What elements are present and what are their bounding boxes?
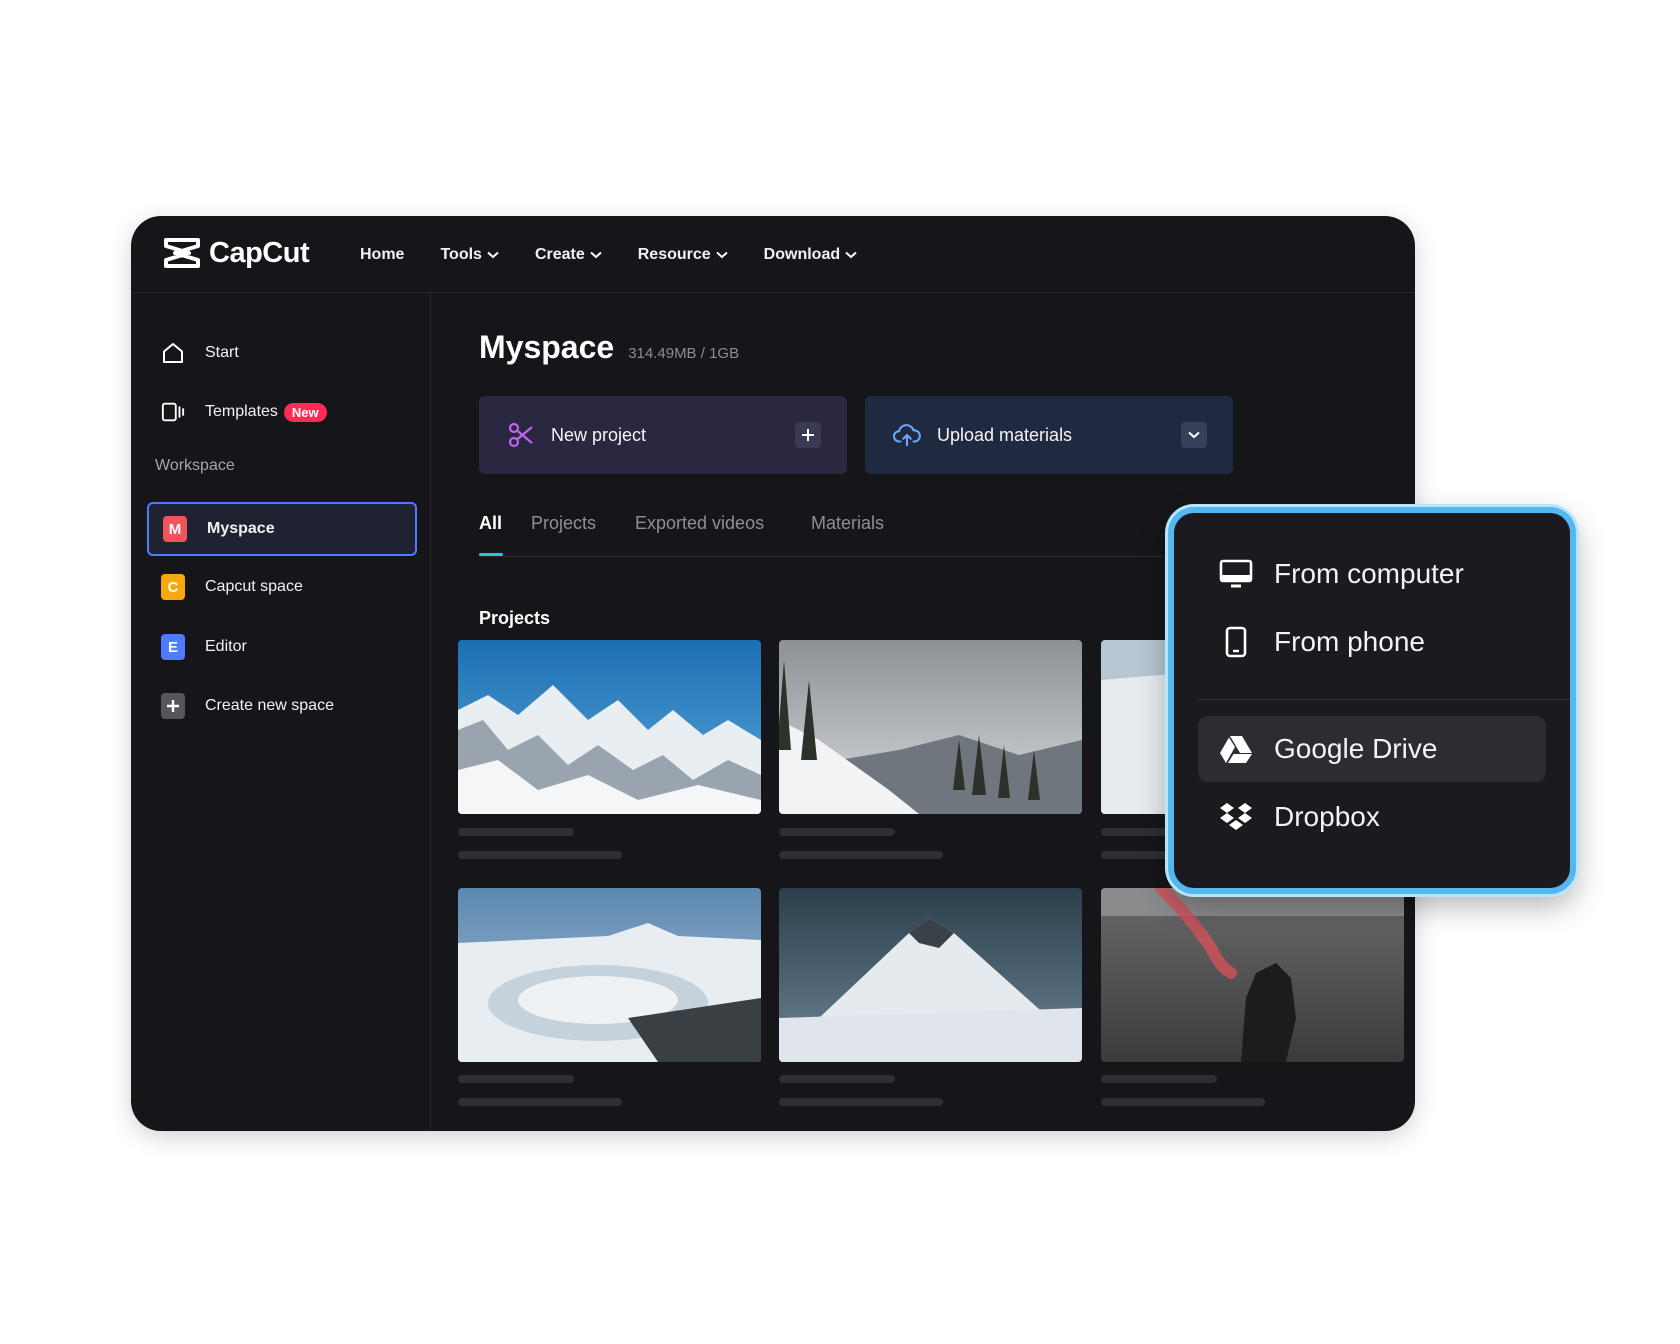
- from-phone-option[interactable]: From phone: [1198, 609, 1546, 675]
- title-placeholder: [458, 828, 574, 836]
- title-placeholder: [458, 1075, 574, 1083]
- meta-placeholder: [779, 851, 943, 859]
- option-label: Google Drive: [1274, 733, 1438, 764]
- space-avatar: C: [161, 574, 185, 600]
- phone-icon: [1218, 624, 1254, 660]
- project-thumbnail[interactable]: [779, 888, 1082, 1062]
- chevron-down-icon: [716, 251, 728, 258]
- plus-icon: [161, 693, 185, 719]
- tab-label: Materials: [811, 513, 885, 533]
- project-thumbnail[interactable]: [779, 640, 1082, 814]
- meta-placeholder: [458, 1098, 622, 1106]
- sidebar-item-label: Create new space: [205, 697, 334, 714]
- sidebar-item-capcut-space[interactable]: C Capcut space: [147, 560, 417, 614]
- sidebar-item-create-space[interactable]: Create new space: [147, 679, 417, 733]
- title-row: Myspace 314.49MB / 1GB: [479, 329, 739, 366]
- project-thumbnail[interactable]: [458, 640, 761, 814]
- sidebar-item-templates[interactable]: Templates New: [147, 385, 417, 439]
- main-nav: Home Tools Create Resource Download: [360, 216, 893, 293]
- chevron-down-icon: [487, 251, 499, 258]
- new-project-label: New project: [551, 424, 647, 445]
- monitor-icon: [1218, 556, 1254, 592]
- sidebar-item-myspace[interactable]: M Myspace: [147, 502, 417, 556]
- chevron-down-icon: [845, 251, 857, 258]
- space-letter-c: C: [161, 574, 185, 600]
- upload-source-dropdown: From computer From phone Google Drive Dr…: [1168, 507, 1576, 894]
- option-label: Dropbox: [1274, 801, 1380, 832]
- section-heading-projects: Projects: [479, 608, 551, 628]
- capcut-logo-icon: [164, 238, 200, 268]
- workspace-heading: Workspace: [155, 457, 235, 474]
- nav-download-label: Download: [763, 245, 841, 263]
- google-drive-icon: [1218, 731, 1254, 767]
- space-letter-m: M: [163, 516, 187, 542]
- title-placeholder: [1101, 1075, 1217, 1083]
- page-title: Myspace: [479, 329, 615, 365]
- nav-tools-label: Tools: [440, 245, 482, 263]
- chevron-down-icon: [590, 251, 602, 258]
- option-label: From computer: [1274, 558, 1464, 589]
- nav-tools[interactable]: Tools: [440, 245, 499, 264]
- nav-home-label: Home: [360, 245, 405, 263]
- meta-placeholder: [779, 1098, 943, 1106]
- storage-usage: 314.49MB / 1GB: [628, 345, 740, 362]
- tab-label: All: [479, 513, 503, 533]
- nav-download[interactable]: Download: [764, 246, 857, 264]
- tab-label: Projects: [531, 513, 597, 533]
- chevron-down-icon[interactable]: [1181, 422, 1207, 448]
- new-project-button[interactable]: New project: [479, 396, 847, 474]
- space-avatar: E: [161, 634, 185, 660]
- top-nav-bar: CapCut Home Tools Create Resource Downlo…: [131, 216, 1415, 293]
- sidebar-item-label: Capcut space: [205, 578, 303, 595]
- active-tab-indicator: [479, 553, 503, 556]
- project-thumbnail[interactable]: [1101, 888, 1404, 1062]
- scissors-icon: [507, 421, 535, 449]
- option-label: From phone: [1274, 626, 1425, 657]
- meta-placeholder: [458, 851, 622, 859]
- sidebar-item-label: Editor: [205, 638, 247, 655]
- sidebar-item-label: Myspace: [207, 520, 275, 537]
- upload-materials-button[interactable]: Upload materials: [865, 396, 1233, 474]
- nav-resource[interactable]: Resource: [638, 246, 728, 264]
- meta-placeholder: [1101, 1098, 1265, 1106]
- nav-create-label: Create: [534, 245, 585, 263]
- sidebar-item-label: Templates: [205, 403, 278, 420]
- plus-icon: [795, 422, 821, 448]
- templates-icon: [161, 400, 185, 424]
- tab-label: Exported videos: [635, 513, 765, 533]
- tab-all[interactable]: All: [479, 513, 503, 556]
- title-placeholder: [1101, 828, 1171, 836]
- space-avatar: M: [163, 516, 187, 542]
- new-badge: New: [283, 402, 327, 422]
- logo-text: CapCut: [209, 236, 310, 269]
- nav-home[interactable]: Home: [360, 246, 404, 264]
- meta-placeholder: [1101, 851, 1171, 859]
- dropbox-icon: [1218, 799, 1254, 835]
- dropbox-option[interactable]: Dropbox: [1198, 784, 1546, 850]
- capcut-logo[interactable]: CapCut: [163, 236, 310, 270]
- upload-materials-label: Upload materials: [937, 424, 1073, 445]
- title-placeholder: [779, 828, 895, 836]
- tab-projects[interactable]: Projects: [531, 513, 596, 534]
- project-thumbnail[interactable]: [458, 888, 761, 1062]
- tab-materials[interactable]: Materials: [811, 513, 884, 534]
- google-drive-option[interactable]: Google Drive: [1198, 716, 1546, 782]
- sidebar-item-editor[interactable]: E Editor: [147, 620, 417, 674]
- title-placeholder: [779, 1075, 895, 1083]
- sidebar-item-start[interactable]: Start: [147, 326, 417, 380]
- menu-divider: [1198, 699, 1570, 700]
- home-icon: [161, 341, 185, 365]
- sidebar-item-label: Start: [205, 344, 239, 361]
- from-computer-option[interactable]: From computer: [1198, 541, 1546, 607]
- tab-exported-videos[interactable]: Exported videos: [635, 513, 764, 534]
- cloud-upload-icon: [893, 421, 921, 449]
- nav-create[interactable]: Create: [535, 246, 602, 264]
- nav-resource-label: Resource: [637, 245, 711, 263]
- sidebar: Start Templates New Workspace M Myspace …: [131, 293, 431, 1131]
- space-letter-e: E: [161, 634, 185, 660]
